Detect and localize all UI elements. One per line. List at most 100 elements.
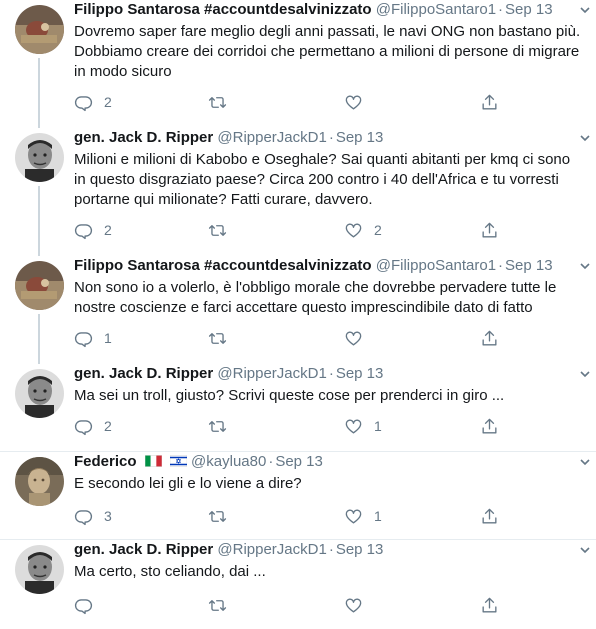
reply-count: 2 (104, 94, 112, 110)
retweet-button[interactable] (208, 416, 238, 436)
tweet-date[interactable]: Sep 13 (336, 541, 384, 558)
tweet[interactable]: gen. Jack D. Ripper @RipperJackD1 · Sep 13… (0, 128, 596, 256)
retweet-icon (208, 599, 227, 611)
like-button[interactable]: 1 (344, 416, 382, 436)
share-button[interactable] (480, 506, 499, 526)
like-count: 2 (374, 222, 382, 238)
tweet-date[interactable]: Sep 13 (336, 129, 384, 146)
author-handle[interactable]: @FilippoSantaro1 (376, 257, 496, 274)
tweet[interactable]: Federico @kaylua80 · Sep 13 E secondo lei … (0, 452, 596, 540)
tweet-date[interactable]: Sep 13 (505, 257, 553, 274)
tweet-actions: 2 2 (74, 220, 514, 240)
share-button[interactable] (480, 416, 499, 436)
share-icon (482, 508, 497, 524)
share-icon (482, 597, 497, 613)
thread-line (38, 58, 40, 128)
chevron-down-icon[interactable] (578, 0, 592, 20)
thread-line (38, 186, 40, 256)
avatar-image (15, 261, 64, 310)
flag-italy-icon (144, 455, 162, 467)
avatar[interactable] (15, 457, 64, 506)
tweet[interactable]: gen. Jack D. Ripper @RipperJackD1 · Sep 13… (0, 364, 596, 452)
avatar-image (15, 369, 64, 418)
author-handle[interactable]: @RipperJackD1 (217, 541, 326, 558)
reply-icon (74, 598, 93, 614)
share-icon (482, 222, 497, 238)
like-button[interactable] (344, 92, 374, 112)
avatar[interactable] (15, 261, 64, 310)
tweet-header: gen. Jack D. Ripper @RipperJackD1 · Sep 13 (74, 365, 384, 382)
avatar[interactable] (15, 133, 64, 182)
tweet-text: Ma sei un troll, giusto? Scrivi queste c… (74, 387, 505, 404)
heart-icon (345, 94, 362, 110)
reply-count: 1 (104, 330, 112, 346)
chevron-down-icon[interactable] (578, 452, 592, 472)
author-name[interactable]: Filippo Santarosa #accountdesalvinizzato (74, 1, 372, 18)
author-handle[interactable]: @FilippoSantaro1 (376, 1, 496, 18)
reply-count: 2 (104, 222, 112, 238)
tweet-date[interactable]: Sep 13 (336, 365, 384, 382)
reply-icon (74, 95, 93, 111)
author-name[interactable]: gen. Jack D. Ripper (74, 365, 213, 382)
share-button[interactable] (480, 328, 499, 348)
reply-button[interactable]: 2 (74, 92, 112, 112)
share-button[interactable] (480, 595, 499, 615)
heart-icon (345, 597, 362, 613)
heart-icon (345, 508, 362, 524)
avatar[interactable] (15, 369, 64, 418)
tweet-text: Non sono io a volerlo, è l'obbligo moral… (74, 279, 557, 316)
reply-button[interactable] (74, 595, 104, 615)
reply-icon (74, 331, 93, 347)
avatar-image (15, 457, 64, 506)
tweet-date[interactable]: Sep 13 (505, 1, 553, 18)
heart-icon (345, 330, 362, 346)
tweet-text: Ma certo, sto celiando, dai ... (74, 563, 266, 580)
conversation-thread: Filippo Santarosa #accountdesalvinizzato… (0, 0, 596, 629)
chevron-down-icon[interactable] (578, 364, 592, 384)
retweet-button[interactable] (208, 92, 238, 112)
chevron-down-icon[interactable] (578, 256, 592, 276)
tweet-actions: 2 1 (74, 416, 514, 436)
avatar[interactable] (15, 5, 64, 54)
heart-icon (345, 418, 362, 434)
like-count: 1 (374, 418, 382, 434)
reply-icon (74, 223, 93, 239)
heart-icon (345, 222, 362, 238)
reply-count: 3 (104, 508, 112, 524)
retweet-button[interactable] (208, 595, 238, 615)
retweet-button[interactable] (208, 506, 238, 526)
share-icon (482, 94, 497, 110)
chevron-down-icon[interactable] (578, 540, 592, 560)
like-button[interactable] (344, 328, 374, 348)
tweet[interactable]: gen. Jack D. Ripper @RipperJackD1 · Sep 13… (0, 540, 596, 629)
tweet-header: gen. Jack D. Ripper @RipperJackD1 · Sep 13 (74, 541, 384, 558)
author-name[interactable]: gen. Jack D. Ripper (74, 541, 213, 558)
author-handle[interactable]: @RipperJackD1 (217, 129, 326, 146)
retweet-button[interactable] (208, 328, 238, 348)
author-name[interactable]: Federico (74, 453, 137, 470)
tweet[interactable]: Filippo Santarosa #accountdesalvinizzato… (0, 256, 596, 364)
share-button[interactable] (480, 220, 499, 240)
tweet-date[interactable]: Sep 13 (275, 453, 323, 470)
author-name[interactable]: gen. Jack D. Ripper (74, 129, 213, 146)
share-icon (482, 330, 497, 346)
author-handle[interactable]: @RipperJackD1 (217, 365, 326, 382)
reply-button[interactable]: 3 (74, 506, 112, 526)
like-button[interactable] (344, 595, 374, 615)
tweet[interactable]: Filippo Santarosa #accountdesalvinizzato… (0, 0, 596, 128)
share-button[interactable] (480, 92, 499, 112)
retweet-button[interactable] (208, 220, 238, 240)
like-button[interactable]: 2 (344, 220, 382, 240)
reply-button[interactable]: 2 (74, 416, 112, 436)
reply-button[interactable]: 2 (74, 220, 112, 240)
avatar[interactable] (15, 545, 64, 594)
reply-button[interactable]: 1 (74, 328, 112, 348)
tweet-actions: 1 (74, 328, 514, 348)
like-button[interactable]: 1 (344, 506, 382, 526)
chevron-down-icon[interactable] (578, 128, 592, 148)
reply-icon (74, 509, 93, 525)
author-name[interactable]: Filippo Santarosa #accountdesalvinizzato (74, 257, 372, 274)
avatar-image (15, 133, 64, 182)
retweet-icon (208, 224, 227, 236)
author-handle[interactable]: @kaylua80 (191, 453, 266, 470)
